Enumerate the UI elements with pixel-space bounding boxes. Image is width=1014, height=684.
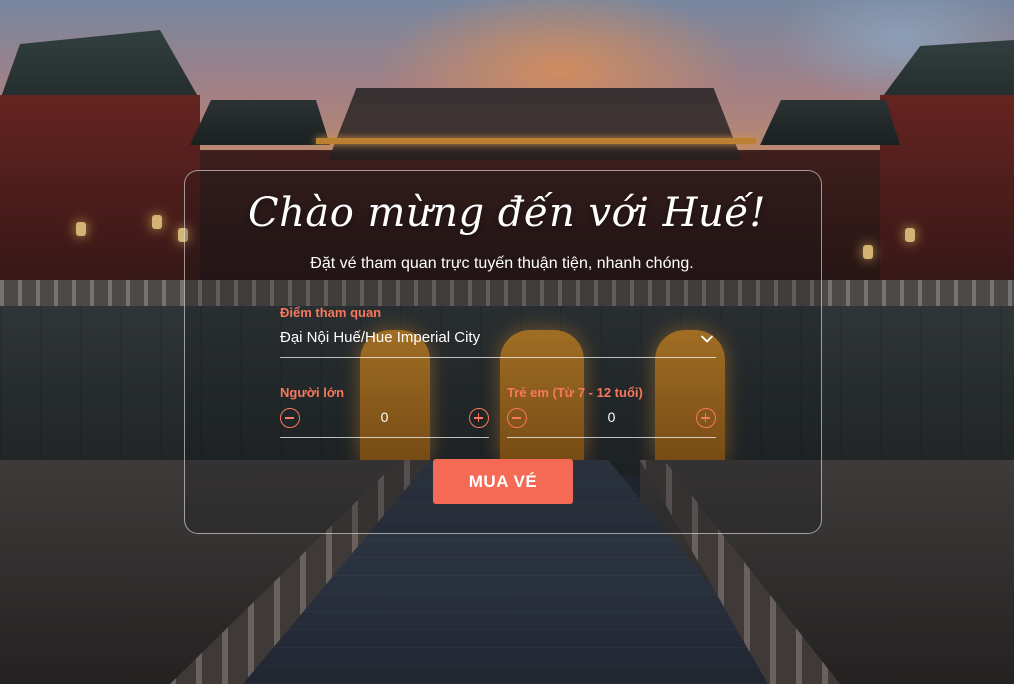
children-plus-icon[interactable] <box>696 408 716 428</box>
destination-value: Đại Nội Huế/Hue Imperial City <box>280 329 481 346</box>
children-quantity[interactable]: 0 <box>507 409 716 425</box>
buy-ticket-button[interactable]: MUA VÉ <box>433 459 573 504</box>
hero-title: Chào mừng đến với Huế! <box>248 190 766 236</box>
chevron-down-icon <box>701 335 713 343</box>
destination-label: Điểm tham quan <box>280 305 382 320</box>
adults-label: Người lớn <box>280 385 345 400</box>
children-stepper: 0 <box>507 404 716 438</box>
adults-plus-icon[interactable] <box>469 408 489 428</box>
adults-quantity[interactable]: 0 <box>280 409 489 425</box>
destination-select[interactable]: Đại Nội Huế/Hue Imperial City <box>280 324 716 358</box>
adults-stepper: 0 <box>280 404 489 438</box>
hero-subtitle: Đặt vé tham quan trực tuyến thuận tiện, … <box>310 255 694 272</box>
children-label: Trẻ em (Từ 7 - 12 tuổi) <box>507 385 643 400</box>
